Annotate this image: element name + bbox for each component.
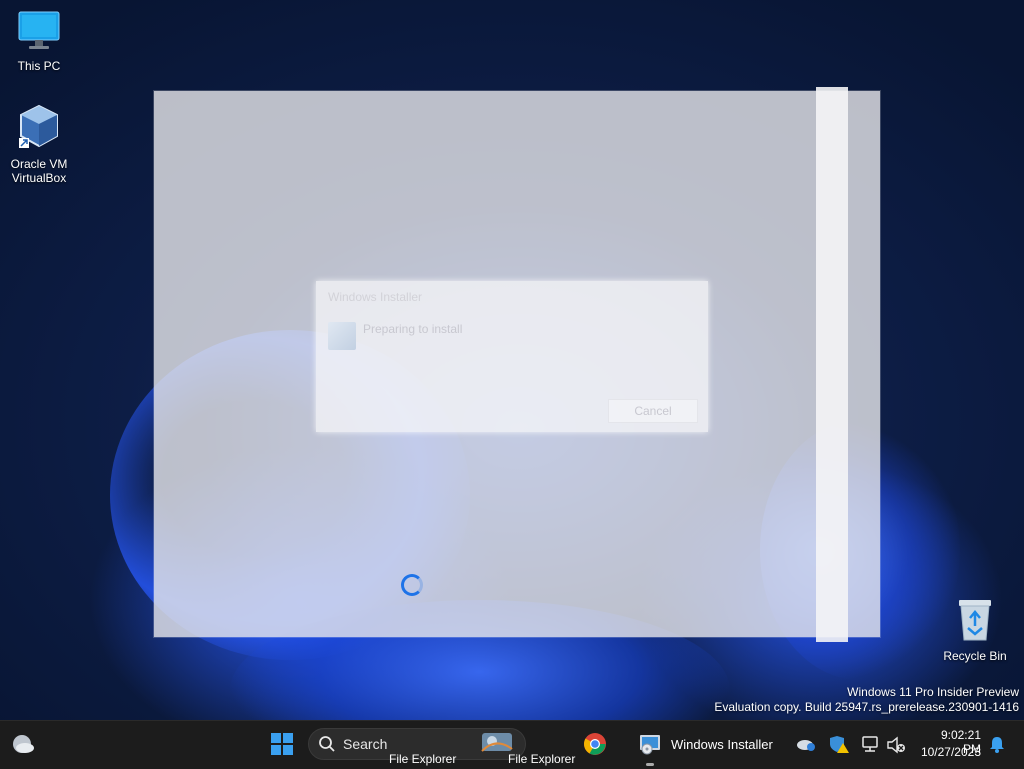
recycle-bin-label: Recycle Bin <box>943 649 1007 663</box>
installer-icon <box>328 322 356 350</box>
windows-installer-taskbar-label[interactable]: Windows Installer <box>671 737 773 752</box>
chrome-icon <box>584 733 606 755</box>
overlay-side-strip <box>816 87 848 642</box>
virtualbox-desktop-icon[interactable]: Oracle VM VirtualBox <box>1 104 77 185</box>
windows-installer-dialog: Windows Installer Preparing to install C… <box>316 281 708 432</box>
start-button[interactable] <box>270 732 294 761</box>
active-window-indicator <box>646 763 654 766</box>
recycle-bin-desktop-icon[interactable]: Recycle Bin <box>937 596 1013 663</box>
virtualbox-label: Oracle VM VirtualBox <box>10 157 68 185</box>
file-explorer-label[interactable]: File Explorer <box>508 752 575 766</box>
cancel-button[interactable]: Cancel <box>608 399 698 423</box>
watermark-build: Evaluation copy. Build 25947.rs_prerelea… <box>714 700 1019 714</box>
cloud-icon <box>13 735 34 753</box>
network-icon[interactable] <box>861 735 881 758</box>
file-explorer-label[interactable]: File Explorer <box>389 752 456 766</box>
recycle-bin-icon <box>937 596 1013 645</box>
chrome-taskbar-button[interactable] <box>583 732 607 761</box>
security-warning-icon[interactable] <box>829 735 849 758</box>
this-pc-label: This PC <box>17 59 61 73</box>
monitor-icon <box>1 10 77 55</box>
installer-icon <box>640 735 660 755</box>
windows-installer-taskbar-button[interactable] <box>638 732 662 761</box>
notification-bell-icon[interactable] <box>988 735 1006 758</box>
search-label: Search <box>343 736 388 752</box>
search-icon <box>318 735 336 758</box>
windows-logo-icon <box>271 733 293 755</box>
watermark-edition: Windows 11 Pro Insider Preview <box>847 685 1019 699</box>
dialog-title: Windows Installer <box>328 290 423 304</box>
loading-spinner-icon <box>401 574 423 596</box>
build-watermark: Windows 11 Pro Insider Preview Evaluatio… <box>714 685 1019 715</box>
virtualbox-icon <box>1 104 77 153</box>
this-pc-desktop-icon[interactable]: This PC <box>1 10 77 73</box>
volume-muted-icon[interactable] <box>886 736 906 759</box>
onedrive-icon[interactable] <box>796 736 816 757</box>
clock-date[interactable]: 10/27/2023 <box>917 745 981 759</box>
weather-widget-button[interactable] <box>10 733 36 760</box>
installer-status-text: Preparing to install <box>363 322 463 336</box>
